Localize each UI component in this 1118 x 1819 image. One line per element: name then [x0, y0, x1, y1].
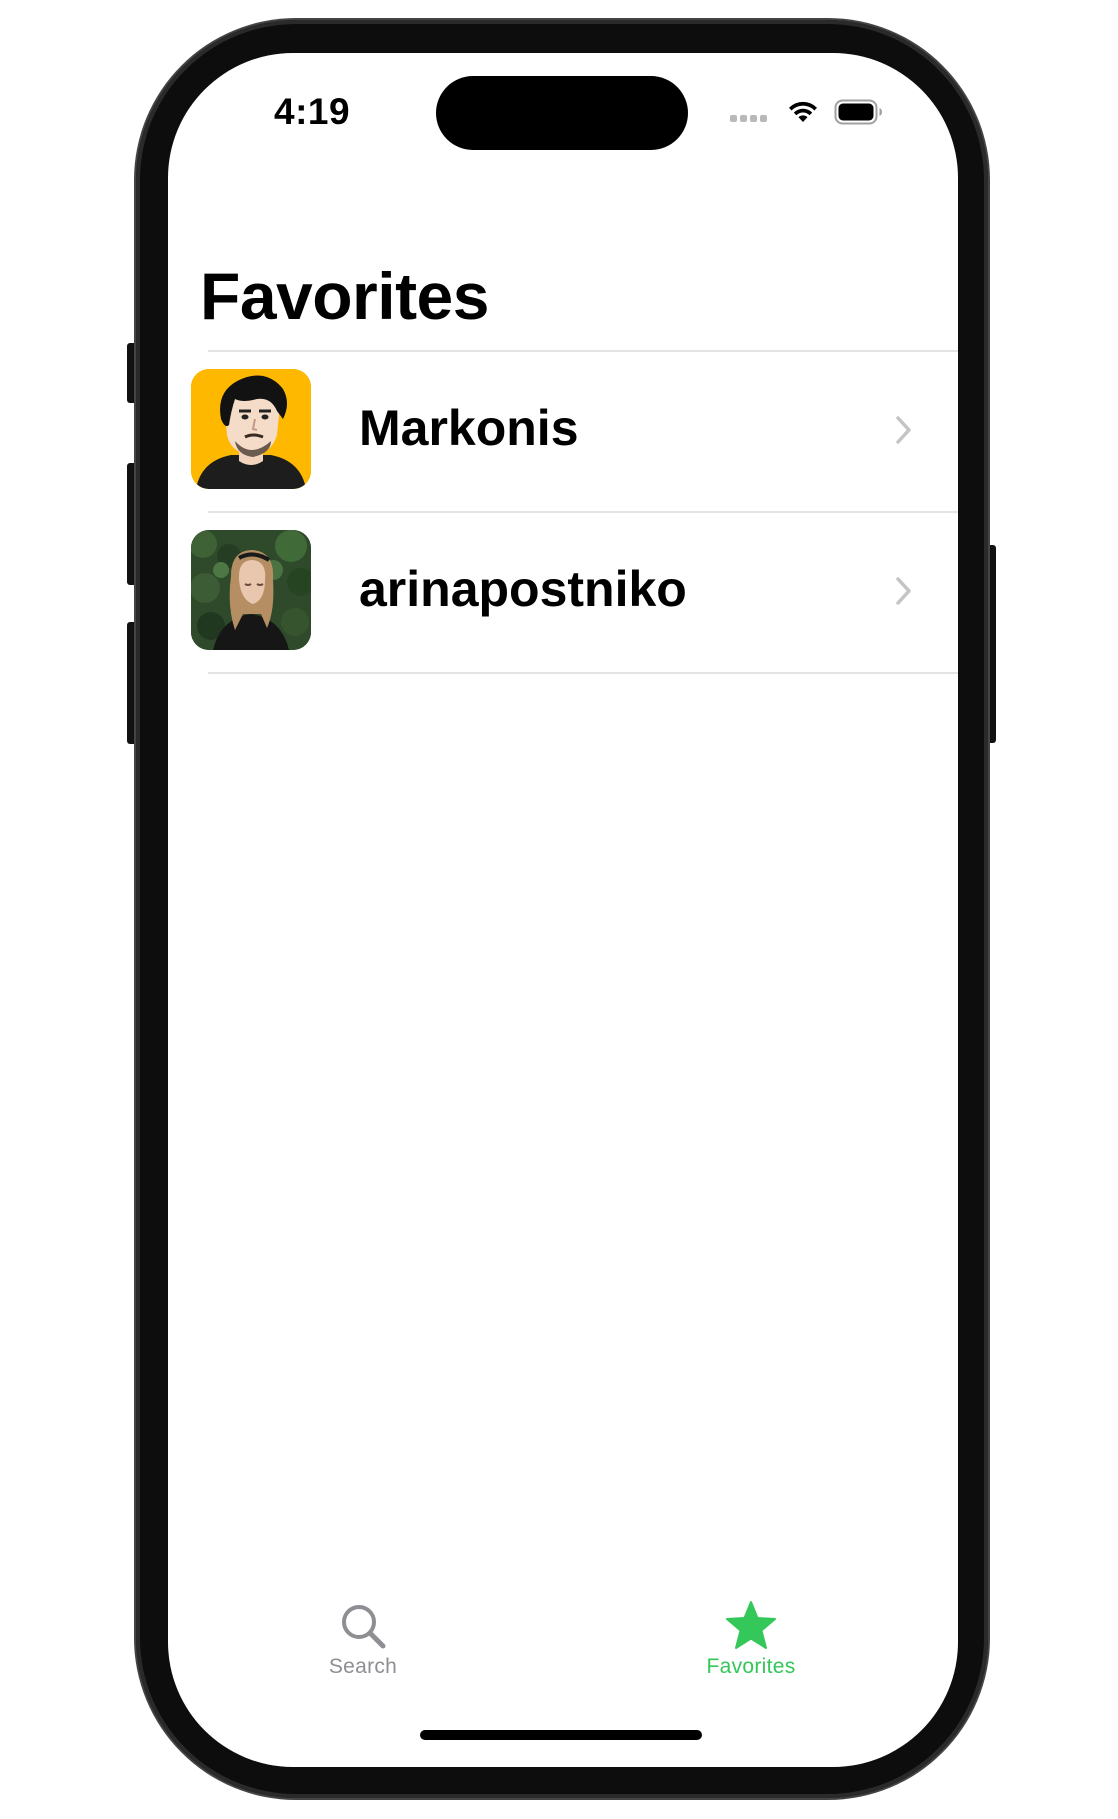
tab-label: Search: [328, 1655, 398, 1678]
phone-screen: 4:19 Favorites Markonis arinapostniko Se…: [168, 53, 958, 1767]
tab-favorites[interactable]: Favorites: [671, 1601, 831, 1679]
battery-icon: [834, 99, 882, 125]
favorite-name: arinapostniko: [359, 561, 687, 617]
chevron-right-icon: [896, 577, 911, 605]
favorite-name: Markonis: [359, 400, 579, 456]
avatar: [191, 369, 311, 489]
tab-label: Favorites: [706, 1655, 796, 1678]
photo-portrait-avatar: [191, 530, 311, 650]
favorite-row-arinapostniko[interactable]: arinapostniko: [168, 512, 958, 670]
tab-search[interactable]: Search: [283, 1601, 443, 1679]
home-indicator[interactable]: [420, 1730, 702, 1740]
favorite-row-markonis[interactable]: Markonis: [168, 351, 958, 509]
status-time: 4:19: [274, 91, 351, 132]
avatar: [191, 530, 311, 650]
wifi-icon: [789, 101, 817, 122]
row-divider: [208, 672, 958, 674]
status-indicators: [730, 97, 884, 127]
dynamic-island: [436, 76, 688, 150]
page-title: Favorites: [200, 259, 489, 333]
star-icon: [726, 1601, 776, 1649]
chevron-right-icon: [896, 416, 911, 444]
search-icon: [342, 1605, 386, 1649]
cellular-signal-icon: [730, 114, 767, 122]
cartoon-portrait-avatar: [191, 369, 311, 489]
